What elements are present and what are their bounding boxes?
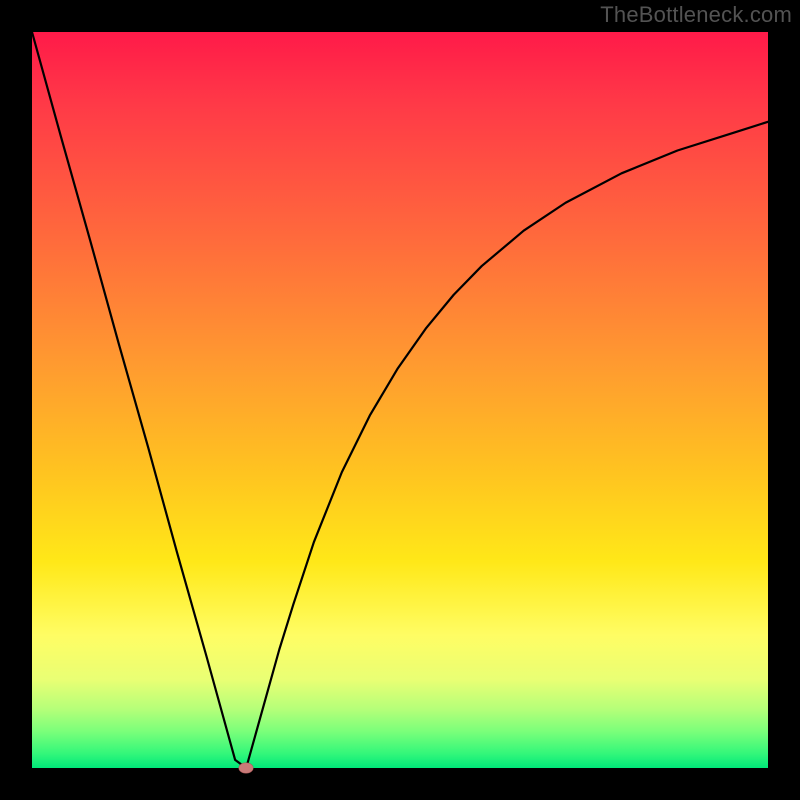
curve-svg (32, 32, 768, 768)
plot-area (32, 32, 768, 768)
curve-right-branch (246, 122, 768, 768)
watermark-text: TheBottleneck.com (600, 2, 792, 28)
chart-frame: TheBottleneck.com (0, 0, 800, 800)
curve-left-branch (32, 32, 246, 768)
minimum-marker (239, 763, 253, 773)
